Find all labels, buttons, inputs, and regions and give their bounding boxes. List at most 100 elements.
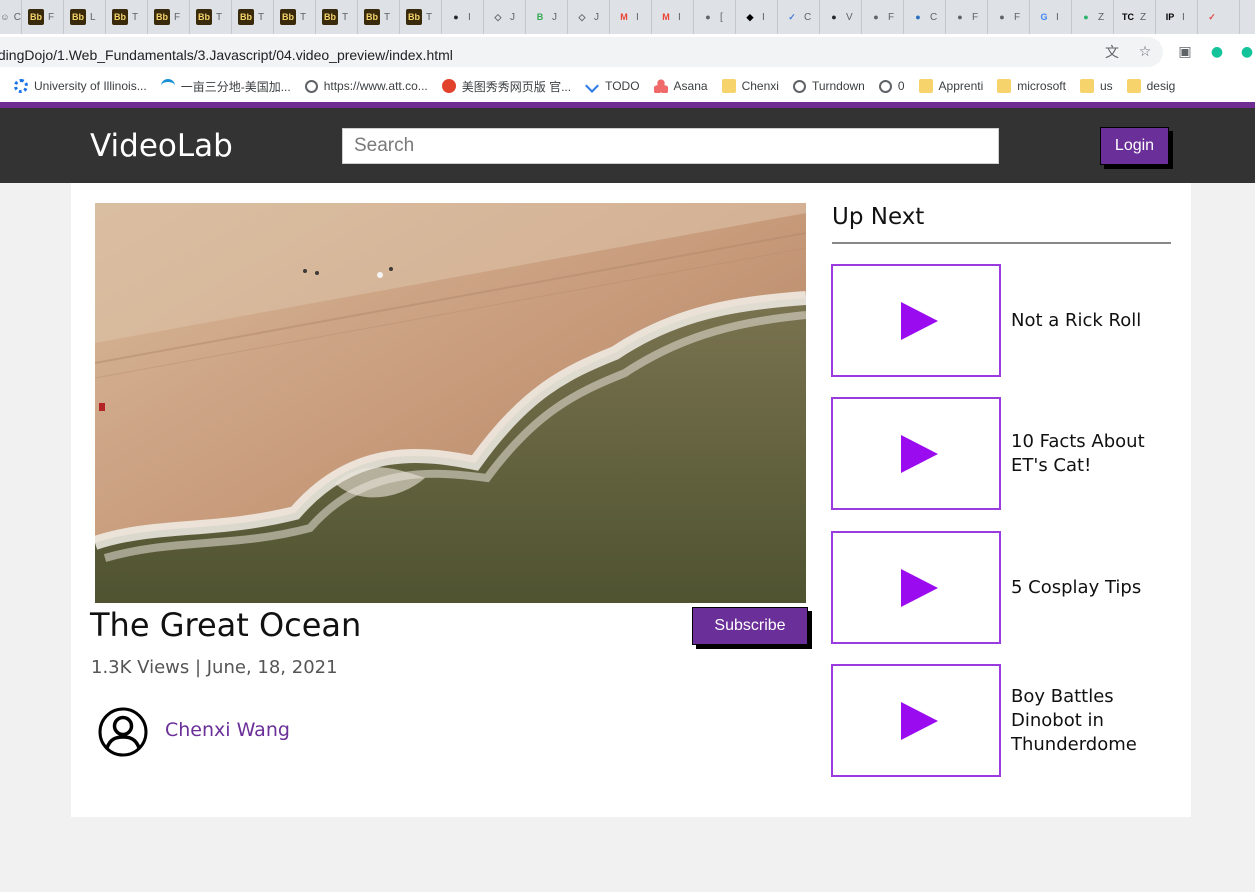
tab-title: I: [1182, 11, 1185, 23]
folder-icon: [1079, 79, 1094, 93]
bookmark-item[interactable]: Asana: [653, 79, 708, 93]
up-next-title[interactable]: Not a Rick Roll: [1011, 309, 1171, 333]
tab-favicon-icon: Bb: [238, 9, 254, 25]
extension-icon[interactable]: ●: [1238, 43, 1255, 61]
browser-tab[interactable]: Bb L: [64, 0, 106, 34]
bookmark-star-icon[interactable]: ☆: [1136, 43, 1154, 61]
up-next-item[interactable]: 5 Cosplay Tips: [831, 531, 1171, 644]
tab-title: C: [13, 11, 21, 23]
tab-favicon-icon: G: [1040, 12, 1048, 22]
browser-tab[interactable]: ● Z: [1072, 0, 1114, 34]
login-button[interactable]: Login: [1100, 127, 1169, 165]
folder-icon: [918, 79, 933, 93]
tab-title: F: [972, 11, 979, 23]
tab-favicon-icon: ◇: [578, 11, 586, 22]
bookmark-item[interactable]: 0: [878, 79, 905, 93]
check-icon: [585, 79, 600, 93]
browser-tab[interactable]: Bb F: [22, 0, 64, 34]
browser-tab[interactable]: ● I: [442, 0, 484, 34]
browser-tab[interactable]: Bb T: [274, 0, 316, 34]
bookmark-item[interactable]: TODO: [585, 79, 640, 93]
up-next-title[interactable]: 10 Facts About ET's Cat!: [1011, 430, 1171, 478]
video-player[interactable]: [95, 203, 806, 603]
bookmark-item[interactable]: 美图秀秀网页版 官...: [441, 78, 572, 95]
video-thumbnail[interactable]: [831, 397, 1001, 510]
browser-tab[interactable]: ●[: [694, 0, 736, 34]
folder-icon: [1126, 79, 1141, 93]
browser-tab[interactable]: ◇ J: [568, 0, 610, 34]
browser-tab[interactable]: GI: [1030, 0, 1072, 34]
globe-icon: [792, 79, 806, 93]
bookmark-item[interactable]: University of Illinois...: [14, 79, 147, 93]
globe-icon: [878, 79, 892, 93]
browser-tab[interactable]: TC Z: [1114, 0, 1156, 34]
video-thumbnail[interactable]: [831, 264, 1001, 377]
up-next-item[interactable]: 10 Facts About ET's Cat!: [831, 397, 1171, 510]
folder-icon: [997, 79, 1012, 93]
tab-title: J: [552, 11, 557, 23]
bookmark-item[interactable]: microsoft: [997, 79, 1066, 93]
browser-tab[interactable]: MI: [652, 0, 694, 34]
up-next-heading: Up Next: [832, 204, 925, 230]
up-next-item[interactable]: Not a Rick Roll: [831, 264, 1171, 377]
grammarly-icon[interactable]: ●: [1208, 43, 1226, 61]
bookmark-label: us: [1099, 79, 1113, 93]
browser-tab[interactable]: MI: [610, 0, 652, 34]
user-icon: [98, 707, 148, 757]
tab-favicon-icon: ☺: [0, 12, 10, 22]
search-input[interactable]: [342, 128, 999, 164]
browser-tab[interactable]: Bb T: [106, 0, 148, 34]
browser-tab[interactable]: ✓ C: [778, 0, 820, 34]
browser-tab[interactable]: ☺ C: [0, 0, 22, 34]
bookmark-label: desig: [1146, 79, 1176, 93]
browser-tab[interactable]: ● F: [946, 0, 988, 34]
bookmark-item[interactable]: Turndown: [792, 79, 865, 93]
bookmark-item[interactable]: https://www.att.co...: [304, 79, 428, 93]
video-thumbnail[interactable]: [831, 531, 1001, 644]
translate-icon[interactable]: 文: [1103, 43, 1121, 61]
camera-icon[interactable]: ▣: [1176, 43, 1194, 61]
bookmark-label: microsoft: [1017, 79, 1066, 93]
bookmark-item[interactable]: Apprenti: [918, 79, 983, 93]
video-thumbnail[interactable]: [831, 664, 1001, 777]
browser-tab[interactable]: ◇ J: [484, 0, 526, 34]
play-icon: [900, 301, 938, 340]
up-next-title[interactable]: Boy Battles Dinobot in Thunderdome: [1011, 685, 1171, 757]
tab-title: T: [300, 11, 307, 23]
browser-tab[interactable]: ● F: [988, 0, 1030, 34]
browser-tab[interactable]: Bb F: [148, 0, 190, 34]
divider: [832, 242, 1171, 244]
browser-tab[interactable]: Bb T: [232, 0, 274, 34]
browser-tab[interactable]: ◆ I: [736, 0, 778, 34]
channel-name-link[interactable]: Chenxi Wang: [165, 719, 290, 741]
tab-title: I: [1056, 11, 1059, 23]
brand-logo[interactable]: VideoLab: [90, 128, 233, 164]
browser-tab[interactable]: ● C: [904, 0, 946, 34]
browser-tab[interactable]: Bb T: [316, 0, 358, 34]
browser-tab[interactable]: Bb T: [190, 0, 232, 34]
tab-title: C: [804, 11, 812, 23]
browser-tab[interactable]: ● F: [862, 0, 904, 34]
omnibox[interactable]: CodingDojo/1.Web_Fundamentals/3.Javascri…: [0, 37, 1163, 67]
bookmark-item[interactable]: 一亩三分地-美国加...: [160, 78, 291, 95]
subscribe-button[interactable]: Subscribe: [692, 607, 808, 645]
tab-title: Z: [1098, 11, 1105, 23]
browser-tab[interactable]: ✓: [1198, 0, 1240, 34]
bookmark-item[interactable]: Chenxi: [721, 79, 779, 93]
up-next-title[interactable]: 5 Cosplay Tips: [1011, 576, 1171, 600]
bookmark-label: Chenxi: [741, 79, 779, 93]
bookmark-label: 美图秀秀网页版 官...: [461, 79, 572, 94]
up-next-item[interactable]: Boy Battles Dinobot in Thunderdome: [831, 664, 1171, 777]
bookmark-item[interactable]: us: [1079, 79, 1113, 93]
tab-favicon-icon: ●: [999, 12, 1005, 22]
tab-favicon-icon: ✓: [1208, 11, 1216, 22]
url-text[interactable]: CodingDojo/1.Web_Fundamentals/3.Javascri…: [0, 47, 453, 63]
browser-tab[interactable]: Bb T: [400, 0, 442, 34]
bookmark-item[interactable]: desig: [1126, 79, 1176, 93]
channel-avatar[interactable]: [98, 707, 148, 757]
browser-tab[interactable]: ● V: [820, 0, 862, 34]
browser-tab[interactable]: BJ: [526, 0, 568, 34]
browser-tab[interactable]: IP I: [1156, 0, 1198, 34]
tab-title: V: [846, 11, 853, 23]
browser-tab[interactable]: Bb T: [358, 0, 400, 34]
